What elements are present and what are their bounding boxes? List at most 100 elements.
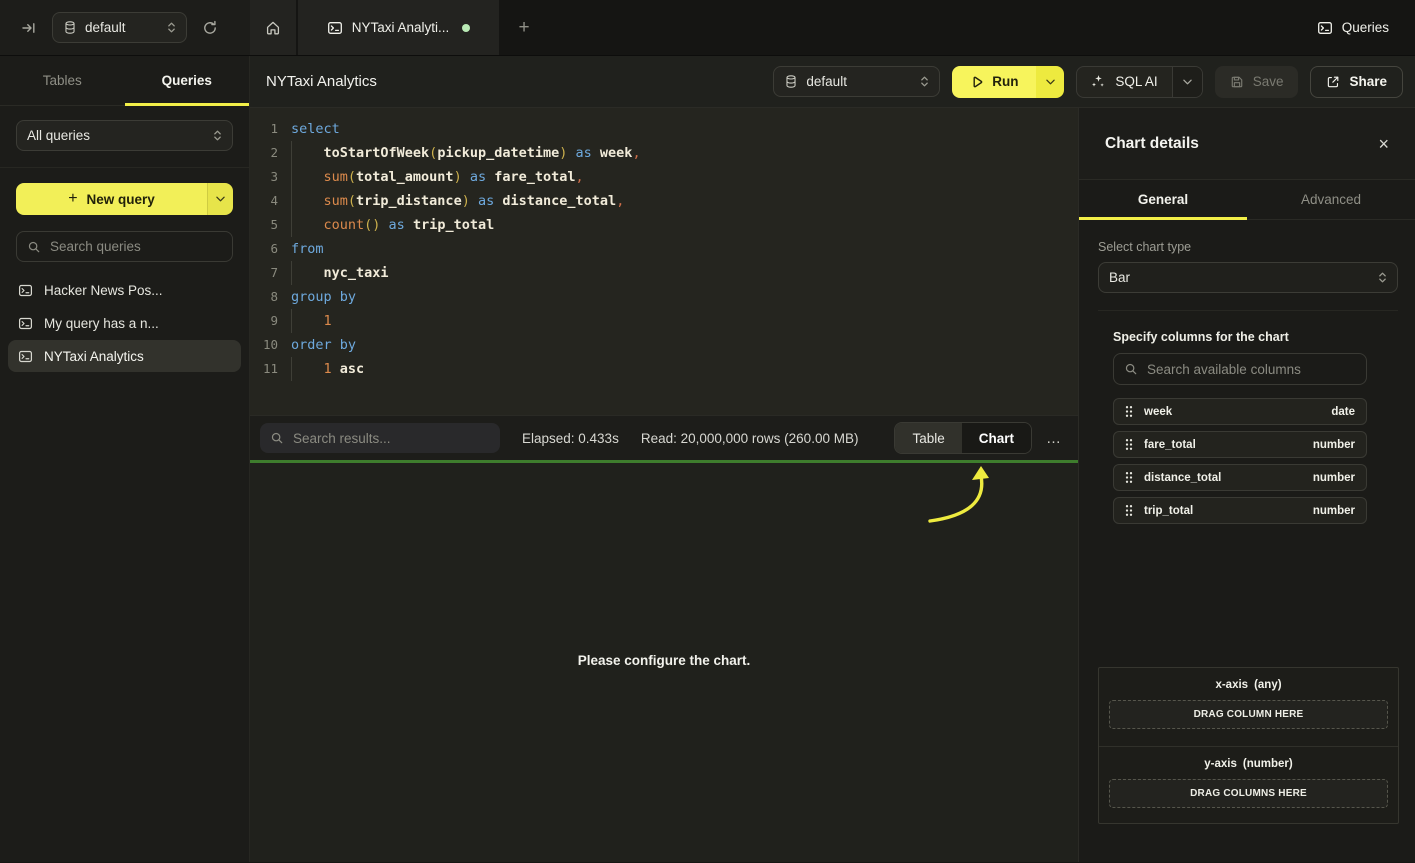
close-icon[interactable]: × [1378, 135, 1389, 153]
queries-terminal-icon [1317, 20, 1333, 36]
code-line: 7nyc_taxi [250, 261, 1078, 285]
code-line: 91 [250, 309, 1078, 333]
view-toggle: Table Chart [894, 422, 1032, 454]
x-axis-label-row: x-axis(any) [1099, 679, 1398, 691]
column-name: distance_total [1144, 472, 1221, 484]
query-filter-select[interactable]: All queries [16, 120, 233, 151]
query-title: NYTaxi Analytics [266, 73, 377, 90]
chart-details-panel: Chart details × General Advanced Select … [1078, 108, 1415, 862]
query-search-input[interactable] [50, 239, 222, 254]
new-query-dropdown[interactable] [207, 183, 233, 215]
run-button-main[interactable]: Run [952, 66, 1036, 98]
tab-nytaxi-analytics[interactable]: NYTaxi Analyti... [298, 0, 499, 55]
drag-handle-icon[interactable] [1125, 471, 1133, 484]
save-button-label: Save [1253, 74, 1284, 89]
run-options-dropdown[interactable] [1036, 66, 1064, 98]
query-item-label: NYTaxi Analytics [44, 349, 144, 364]
tab-strip: NYTaxi Analyti... + Queries [250, 0, 1415, 55]
columns-search[interactable] [1113, 353, 1367, 385]
sql-ai-button[interactable]: SQL AI [1076, 66, 1202, 98]
chevron-updown-icon [213, 129, 222, 142]
code-line: 2toStartOfWeek(pickup_datetime) as week, [250, 141, 1078, 165]
sidebar: Tables Queries All queries + New query [0, 56, 250, 862]
main-body: 1select2toStartOfWeek(pickup_datetime) a… [250, 108, 1415, 862]
query-search[interactable] [16, 231, 233, 262]
queries-shortcut-label: Queries [1342, 20, 1389, 35]
panel-tabs: General Advanced [1079, 180, 1415, 220]
sidebar-query-item[interactable]: NYTaxi Analytics [8, 340, 241, 372]
new-query-section: + New query [0, 168, 249, 215]
y-axis-label-row: y-axis(number) [1099, 758, 1398, 770]
share-button[interactable]: Share [1310, 66, 1403, 98]
query-filter-value: All queries [27, 128, 205, 143]
run-database-selector[interactable]: default [773, 66, 940, 97]
sidebar-query-item[interactable]: My query has a n... [8, 307, 241, 339]
column-type: number [1313, 439, 1355, 451]
search-icon [270, 431, 284, 445]
view-toggle-table[interactable]: Table [895, 423, 961, 453]
main-area: NYTaxi Analytics default Ru [250, 56, 1415, 862]
sql-console-app: default NYTaxi Analyti... [0, 0, 1415, 863]
y-axis-drop-zone[interactable]: DRAG COLUMNS HERE [1109, 779, 1388, 808]
x-axis-drop-zone[interactable]: DRAG COLUMN HERE [1109, 700, 1388, 729]
plus-icon: + [68, 190, 77, 208]
sidebar-tab-queries[interactable]: Queries [125, 56, 250, 105]
code-line: 5count() as trip_total [250, 213, 1078, 237]
collapse-sidebar-icon[interactable] [16, 15, 42, 41]
app-body: Tables Queries All queries + New query [0, 56, 1415, 862]
query-item-label: My query has a n... [44, 316, 159, 331]
drag-handle-icon[interactable] [1125, 504, 1133, 517]
chart-column-item[interactable]: week date [1113, 398, 1367, 425]
sparkles-icon [1091, 74, 1106, 89]
chevron-updown-icon [167, 21, 176, 34]
top-bar-left: default [0, 0, 250, 55]
panel-tab-general[interactable]: General [1079, 180, 1247, 219]
workspace: 1select2toStartOfWeek(pickup_datetime) a… [250, 108, 1078, 862]
queries-shortcut[interactable]: Queries [1317, 0, 1415, 55]
sql-editor[interactable]: 1select2toStartOfWeek(pickup_datetime) a… [250, 108, 1078, 415]
share-button-label: Share [1349, 74, 1387, 89]
save-button[interactable]: Save [1215, 66, 1299, 98]
available-columns-list: week date fare_total number distance_tot… [1113, 398, 1367, 524]
query-terminal-icon [18, 283, 33, 298]
new-query-button[interactable]: + New query [16, 183, 233, 215]
columns-search-input[interactable] [1147, 362, 1356, 377]
more-options-icon[interactable]: … [1046, 430, 1062, 447]
results-search[interactable] [260, 423, 500, 453]
chart-column-item[interactable]: trip_total number [1113, 497, 1367, 524]
database-selector[interactable]: default [52, 12, 187, 43]
run-button-label: Run [992, 74, 1018, 89]
drag-handle-icon[interactable] [1125, 405, 1133, 418]
columns-section: Specify columns for the chart week date … [1079, 311, 1415, 524]
search-icon [27, 240, 41, 254]
chart-type-select[interactable]: Bar [1098, 262, 1398, 293]
sql-ai-label: SQL AI [1115, 74, 1157, 89]
new-tab-button[interactable]: + [501, 0, 547, 55]
share-icon [1326, 75, 1340, 89]
chevron-down-icon [1183, 79, 1192, 85]
tab-home[interactable] [250, 0, 296, 55]
chart-column-item[interactable]: fare_total number [1113, 431, 1367, 458]
run-button[interactable]: Run [952, 66, 1064, 98]
drag-handle-icon[interactable] [1125, 438, 1133, 451]
refresh-icon[interactable] [197, 15, 223, 41]
results-toolbar: Elapsed: 0.433s Read: 20,000,000 rows (2… [250, 415, 1078, 460]
panel-tab-advanced[interactable]: Advanced [1247, 180, 1415, 219]
database-icon [784, 74, 798, 89]
axis-configuration: x-axis(any) DRAG COLUMN HERE y-axis(numb… [1098, 667, 1399, 824]
x-axis-label: x-axis [1215, 679, 1248, 691]
panel-title: Chart details [1105, 135, 1199, 153]
chart-column-item[interactable]: distance_total number [1113, 464, 1367, 491]
chevron-updown-icon [1378, 271, 1387, 284]
new-query-main[interactable]: + New query [16, 183, 207, 215]
sidebar-tab-tables[interactable]: Tables [0, 56, 125, 105]
sql-ai-main[interactable]: SQL AI [1077, 67, 1171, 97]
column-name: week [1144, 406, 1172, 418]
results-search-input[interactable] [293, 431, 490, 446]
code-line: 8group by [250, 285, 1078, 309]
view-toggle-chart[interactable]: Chart [962, 423, 1031, 453]
query-terminal-icon [327, 20, 343, 36]
code-line: 3sum(total_amount) as fare_total, [250, 165, 1078, 189]
sql-ai-dropdown[interactable] [1172, 67, 1202, 97]
sidebar-query-item[interactable]: Hacker News Pos... [8, 274, 241, 306]
